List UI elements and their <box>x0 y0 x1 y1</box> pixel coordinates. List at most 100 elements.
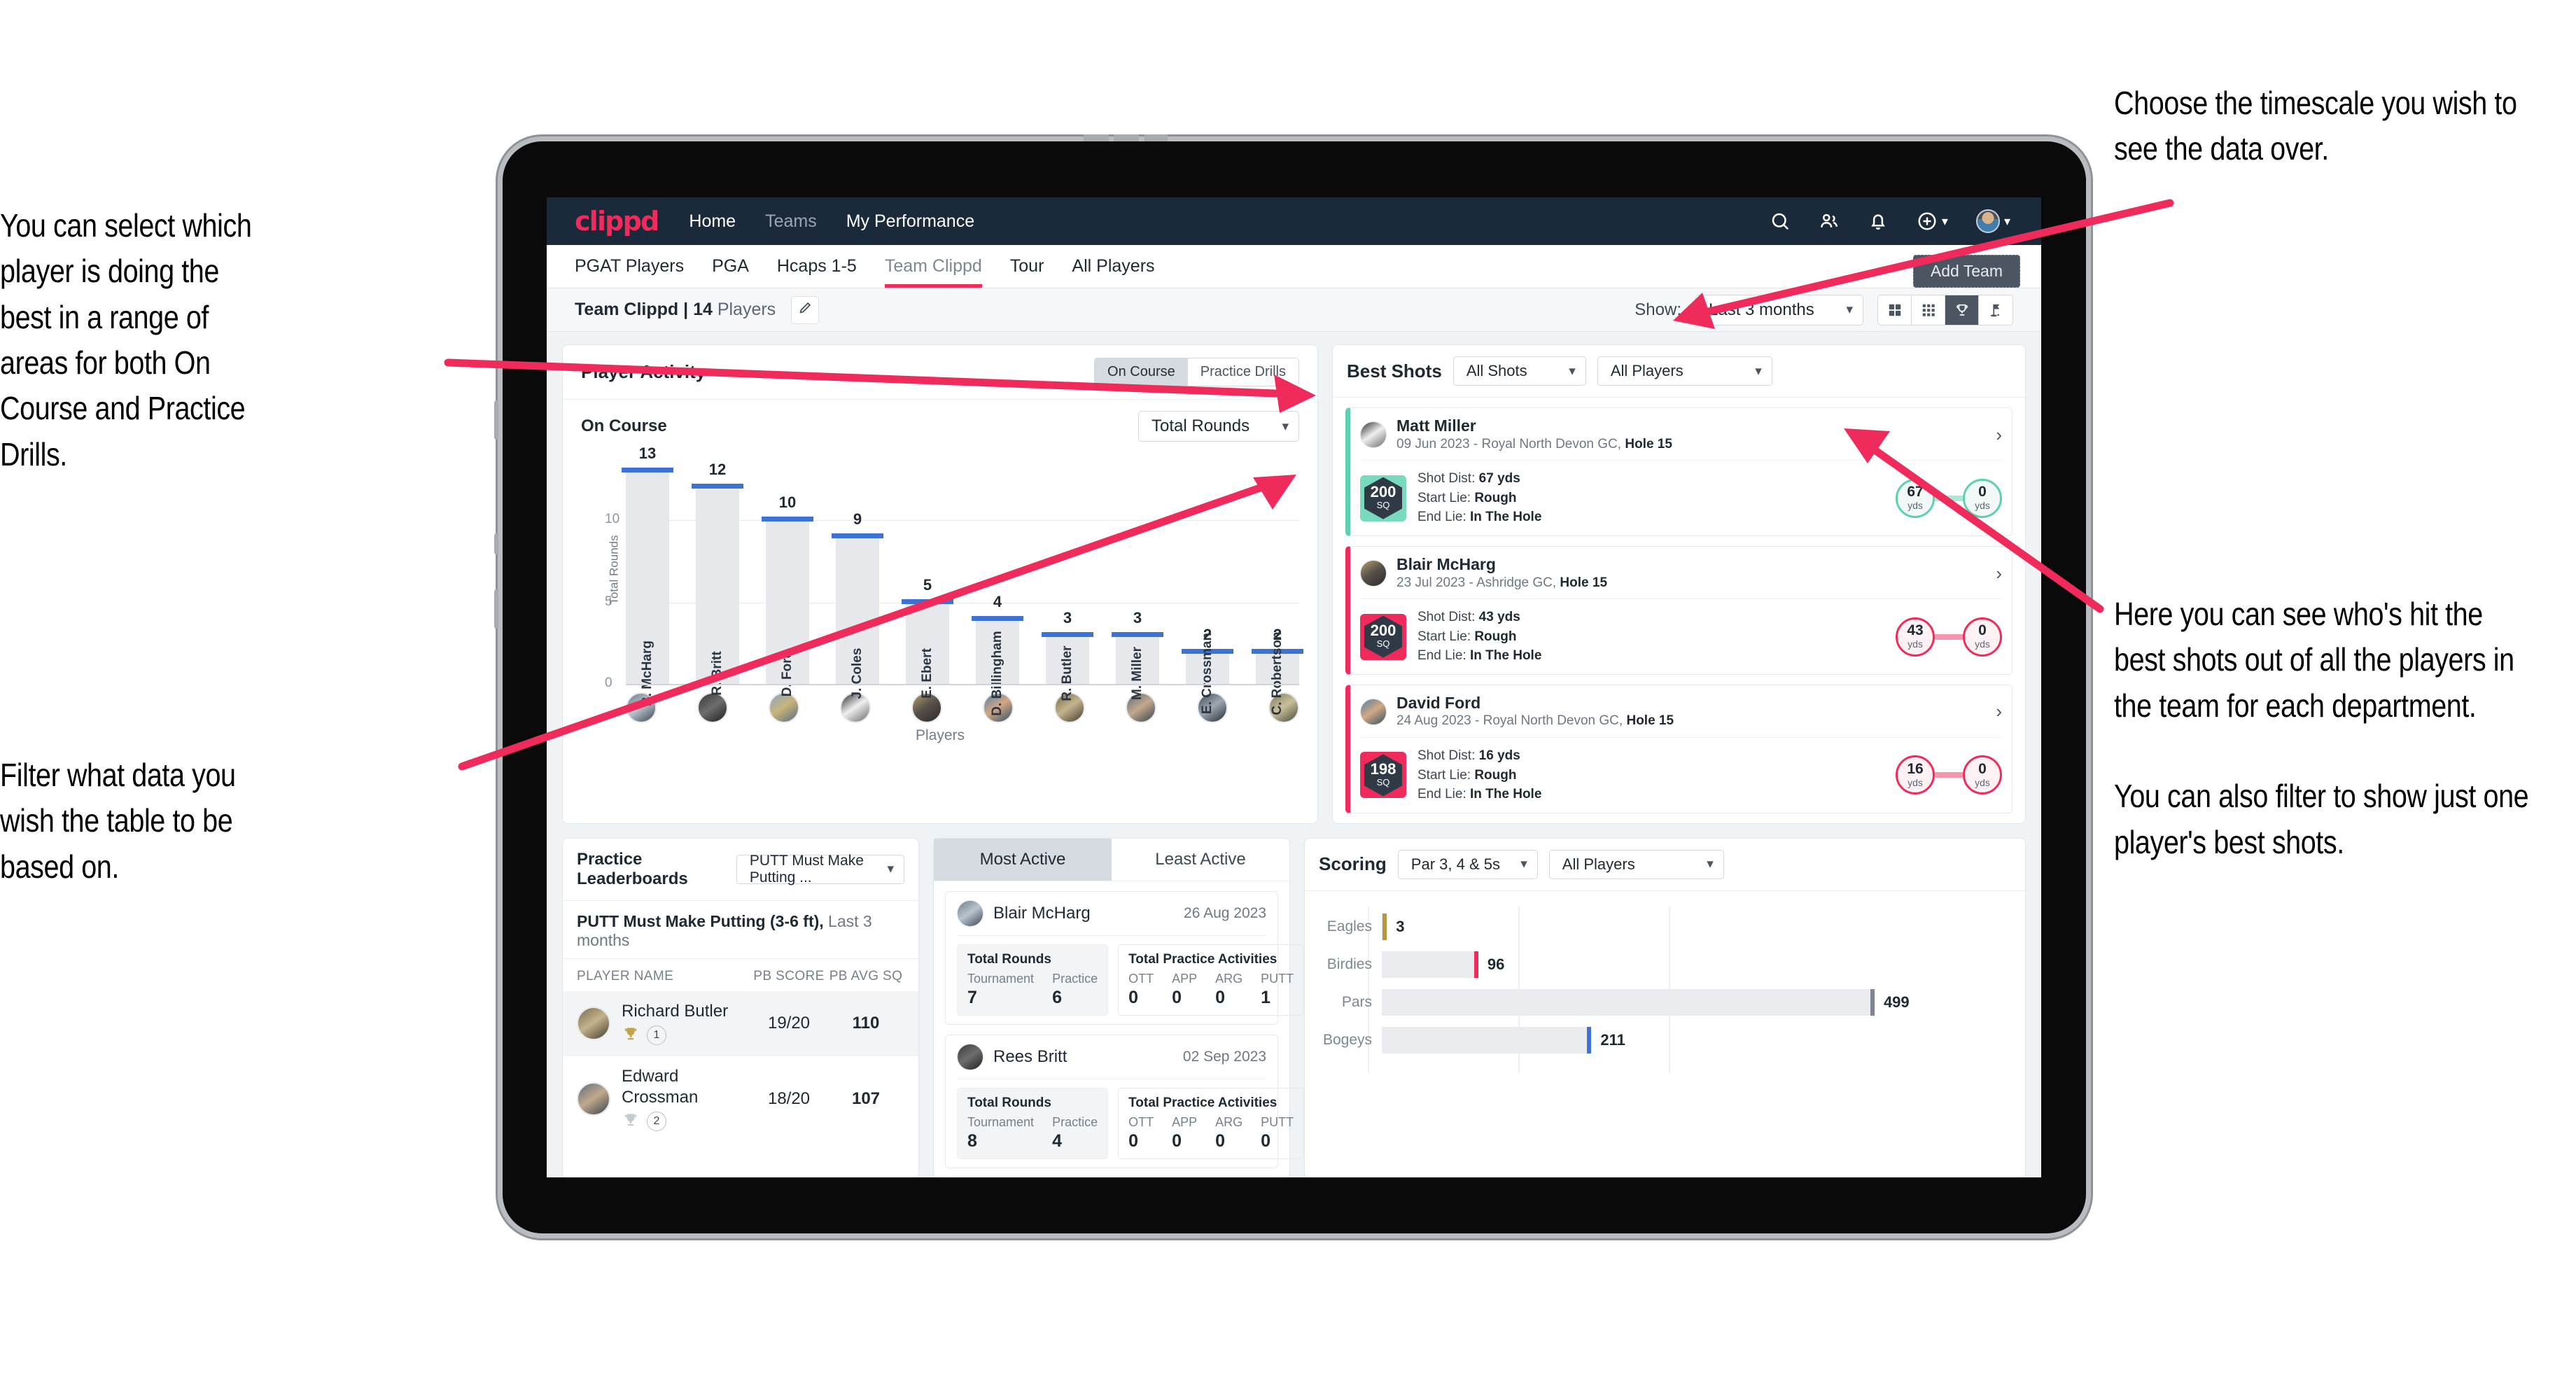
chart-bar[interactable]: 2 E. Crossman <box>1182 626 1233 714</box>
account-chevron-down-icon[interactable]: ▾ <box>2004 214 2010 229</box>
activity-mode-toggle: On Course Practice Drills <box>1094 358 1299 386</box>
best-shot-card[interactable]: Matt Miller 09 Jun 2023 - Royal North De… <box>1345 407 2012 536</box>
trophy-icon[interactable] <box>1945 295 1979 325</box>
tab-tour[interactable]: Tour <box>1010 245 1044 288</box>
chevron-right-icon[interactable]: › <box>1996 563 2002 584</box>
grid-small-icon[interactable] <box>1912 295 1945 325</box>
list-item[interactable]: Blair McHarg 26 Aug 2023 Total Rounds To… <box>945 890 1305 1025</box>
best-shots-shot-filter-value: All Shots <box>1466 362 1527 379</box>
search-icon[interactable] <box>1770 211 1791 232</box>
scoring-par-filter[interactable]: Par 3, 4 & 5s ▾ <box>1397 849 1538 879</box>
stat-key: PUTT <box>1261 1114 1294 1129</box>
chart-bar[interactable]: 10 D. Ford <box>762 493 813 696</box>
annotation-right-bottom-text: You can also filter to show just one pla… <box>2114 778 2529 860</box>
tab-most-active[interactable]: Most Active <box>934 838 1112 881</box>
chart-bar-value: 12 <box>708 461 727 479</box>
best-shot-card[interactable]: David Ford 24 Aug 2023 - Royal North Dev… <box>1345 684 2012 813</box>
chart-player-avatars <box>626 692 1299 723</box>
best-shots-card: Best Shots All Shots ▾ All Players ▾ Mat… <box>1332 344 2026 824</box>
table-row[interactable]: Edward Crossman 2 18/20 107 <box>563 1056 918 1142</box>
stat-key: OTT <box>1128 1114 1154 1129</box>
team-toolbar: Team Clippd | 14 Players Show: Last 3 mo… <box>547 288 2041 332</box>
scoring-player-filter[interactable]: All Players ▾ <box>1548 849 1724 879</box>
stat-value: 0 <box>1128 987 1138 1007</box>
drill-select[interactable]: PUTT Must Make Putting ... ▾ <box>736 853 904 886</box>
tab-all-players[interactable]: All Players <box>1072 245 1154 288</box>
flag-icon[interactable] <box>1979 295 2012 325</box>
bell-icon[interactable] <box>1868 211 1889 232</box>
avatar <box>1360 421 1387 449</box>
scoring-category-label: Pars <box>1341 993 1372 1010</box>
activity-list: Blair McHarg 26 Aug 2023 Total Rounds To… <box>934 881 1305 1177</box>
nav-item-my-performance[interactable]: My Performance <box>846 211 974 232</box>
metric-select-value: Total Rounds <box>1152 416 1250 435</box>
chart-bar[interactable]: 13 B. McHarg <box>622 444 673 706</box>
chart-bar[interactable]: 12 R. Britt <box>692 461 743 696</box>
chevron-down-icon: ▾ <box>1569 363 1576 379</box>
stat-key: Practice <box>1052 1114 1098 1129</box>
timescale-select[interactable]: Last 3 months ▾ <box>1695 294 1863 326</box>
tab-hcaps-1-5[interactable]: Hcaps 1-5 <box>777 245 857 288</box>
stat-key: Tournament <box>967 971 1035 986</box>
scoring-row[interactable]: Birdies 96 <box>1319 946 2011 983</box>
device-volume-up-button[interactable] <box>494 400 498 440</box>
list-item[interactable]: Rees Britt 02 Sep 2023 Total Rounds Tour… <box>945 1034 1305 1168</box>
chart-bar-cap <box>1042 632 1093 638</box>
table-row[interactable]: Richard Butler 1 19/20 110 <box>563 990 918 1056</box>
stat-key: PUTT <box>1261 971 1294 986</box>
plus-circle-icon[interactable] <box>1917 211 1938 232</box>
total-rounds-box: Total Rounds Tournament 7 Practice 6 <box>957 944 1109 1016</box>
col-player-name: PLAYER NAME <box>577 968 674 983</box>
chart-bar-cap <box>832 533 883 538</box>
nav-item-teams[interactable]: Teams <box>765 211 817 232</box>
add-team-button[interactable]: Add Team <box>1912 255 2020 288</box>
shot-start-distance: 67 yds <box>1896 478 1935 518</box>
clippd-logo[interactable]: clippd <box>575 206 659 237</box>
chevron-right-icon[interactable]: › <box>1996 424 2002 446</box>
scoring-row[interactable]: Bogeys 211 <box>1319 1021 2011 1059</box>
chart-player-avatar[interactable] <box>769 692 799 723</box>
edit-team-button[interactable] <box>791 295 820 324</box>
leaderboard-header-row: PLAYER NAME PB SCORE PB AVG SQ <box>563 959 918 991</box>
annotation-right-top: Choose the timescale you wish to see the… <box>2114 80 2535 172</box>
avatar <box>1360 560 1387 587</box>
chart-bar-value: 3 <box>1133 609 1142 627</box>
chart-bar[interactable]: 3 M. Miller <box>1112 609 1163 700</box>
total-practice-box: Total Practice Activities OTT 0 APP 0 ARG 0 PU… <box>1118 1087 1305 1159</box>
scoring-row[interactable]: Eagles 3 <box>1319 908 2011 946</box>
chart-bar[interactable]: 2 C. Robertson <box>1252 626 1303 715</box>
tab-least-active[interactable]: Least Active <box>1112 839 1289 881</box>
tab-pga[interactable]: PGA <box>712 245 749 288</box>
chart-bar[interactable]: 5 E. Ebert <box>902 576 953 699</box>
plus-chevron-down-icon[interactable]: ▾ <box>1942 214 1948 229</box>
chart-bar[interactable]: 3 R. Butler <box>1042 609 1093 701</box>
team-name: Team Clippd <box>575 300 679 319</box>
nav-item-home[interactable]: Home <box>689 211 736 232</box>
chart-bar-label: D. Billingham <box>990 631 1004 716</box>
segment-practice-drills[interactable]: Practice Drills <box>1187 358 1298 386</box>
dashboard-content: Player Activity On Course Practice Drill… <box>547 332 2041 1177</box>
tab-team-clippd[interactable]: Team Clippd <box>884 245 982 288</box>
chart-x-axis-label: Players <box>915 727 965 743</box>
best-shot-card[interactable]: Blair McHarg 23 Jul 2023 - Ashridge GC, … <box>1345 545 2012 675</box>
segment-on-course[interactable]: On Course <box>1095 358 1188 386</box>
grid-large-icon[interactable] <box>1878 295 1912 325</box>
best-shots-player-filter[interactable]: All Players ▾ <box>1597 356 1772 386</box>
chart-player-avatar[interactable] <box>697 692 728 723</box>
tab-pgat-players[interactable]: PGAT Players <box>575 245 684 288</box>
chevron-down-icon: ▾ <box>1707 857 1714 872</box>
device-mute-button[interactable] <box>494 533 498 554</box>
people-icon[interactable] <box>1819 211 1840 232</box>
chart-bar[interactable]: 4 D. Billingham <box>972 593 1023 716</box>
avatar <box>1360 698 1387 725</box>
device-volume-down-button[interactable] <box>494 589 498 629</box>
scoring-row[interactable]: Pars 499 <box>1319 983 2011 1021</box>
avatar[interactable] <box>1975 209 2000 233</box>
shot-distance-line: Shot Dist: 67 yds <box>1418 471 1520 486</box>
practice-leaderboards-card: Practice Leaderboards PUTT Must Make Put… <box>562 837 919 1177</box>
chevron-right-icon[interactable]: › <box>1996 701 2002 722</box>
chart-bar[interactable]: 9 J. Coles <box>832 510 883 699</box>
metric-select[interactable]: Total Rounds ▾ <box>1138 411 1299 442</box>
team-sep: | <box>678 300 694 319</box>
best-shots-shot-filter[interactable]: All Shots ▾ <box>1452 356 1586 386</box>
